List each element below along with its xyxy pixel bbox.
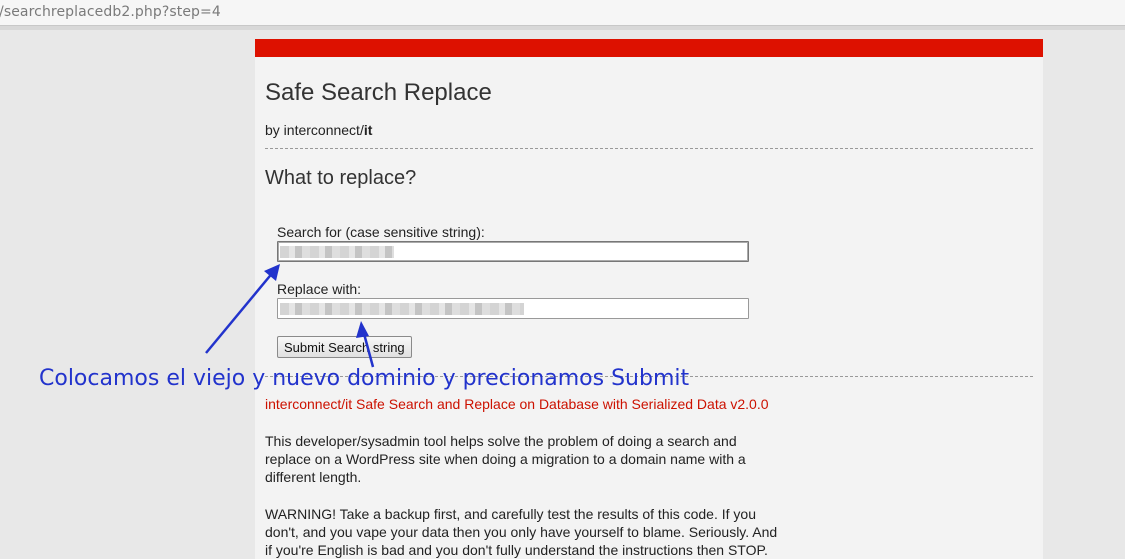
annotation-caption: Colocamos el viejo y nuevo dominio y pre… [39,366,690,391]
arrow-head-replace [356,321,369,338]
arrow-to-search-input [205,270,275,354]
annotation-arrows [205,264,375,368]
